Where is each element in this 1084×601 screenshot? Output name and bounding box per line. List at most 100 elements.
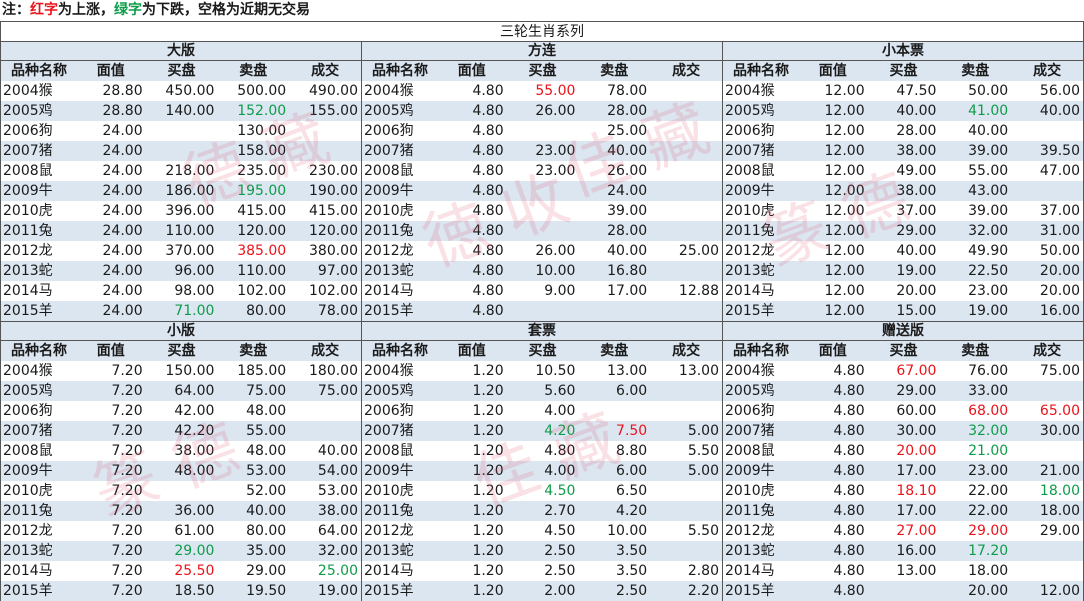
item-name-cell: 2014马 <box>725 283 775 299</box>
ask-cell: 102.00 <box>237 283 287 299</box>
bid-cell: 4.00 <box>544 463 576 479</box>
ask-cell: 10.00 <box>607 523 648 539</box>
item-name-cell: 2007猪 <box>725 143 775 159</box>
face-value-cell: 12.00 <box>824 103 865 119</box>
face-value-cell: 4.80 <box>472 283 504 299</box>
deal-cell: 12.88 <box>678 283 719 299</box>
ask-cell: 40.00 <box>968 123 1009 139</box>
note-suffix: 为下跌，空格为近期无交易 <box>142 2 310 18</box>
bid-cell: 2.00 <box>544 583 576 599</box>
table-row: 2005鸡 7.20 64.00 75.00 75.00 <box>1 381 361 401</box>
bid-cell: 40.00 <box>896 103 937 119</box>
deal-cell <box>650 101 722 121</box>
bid-cell: 37.00 <box>896 203 937 219</box>
table-row: 2008鼠 4.80 23.00 26.00 <box>362 161 722 181</box>
ask-cell: 33.00 <box>968 383 1009 399</box>
ask-cell: 415.00 <box>237 203 287 219</box>
deal-cell: 38.00 <box>317 503 358 519</box>
bid-cell: 27.00 <box>896 523 937 539</box>
ask-cell: 35.00 <box>246 543 287 559</box>
face-value-cell: 7.20 <box>111 363 143 379</box>
column-header: 品种名称 <box>372 343 428 359</box>
face-value-cell: 12.00 <box>824 83 865 99</box>
table-row: 2009牛 12.00 38.00 43.00 <box>723 181 1083 201</box>
item-name-cell: 2008鼠 <box>3 443 53 459</box>
deal-cell: 54.00 <box>317 463 358 479</box>
face-value-cell: 4.80 <box>472 183 504 199</box>
bid-cell: 55.00 <box>535 83 576 99</box>
face-value-cell: 12.00 <box>824 263 865 279</box>
column-header: 卖盘 <box>600 343 629 359</box>
ask-cell: 55.00 <box>246 423 287 439</box>
item-name-cell: 2013蛇 <box>725 543 775 559</box>
ask-cell: 4.20 <box>616 503 648 519</box>
table-row: 2008鼠 7.20 38.00 48.00 40.00 <box>1 441 361 461</box>
bid-cell <box>146 141 218 161</box>
ask-cell: 25.00 <box>607 123 648 139</box>
ask-cell: 22.00 <box>968 503 1009 519</box>
ask-cell: 28.00 <box>607 223 648 239</box>
deal-cell <box>650 141 722 161</box>
item-name-cell: 2011兔 <box>725 223 775 239</box>
ask-cell: 39.00 <box>968 203 1009 219</box>
column-header: 面值 <box>96 343 125 359</box>
ask-cell: 18.00 <box>968 563 1009 579</box>
deal-cell: 56.00 <box>1039 83 1080 99</box>
deal-cell: 190.00 <box>309 183 358 199</box>
face-value-cell: 24.00 <box>102 203 143 219</box>
column-header: 成交 <box>672 63 701 79</box>
bid-cell: 19.00 <box>896 263 937 279</box>
item-name-cell: 2015羊 <box>364 303 414 319</box>
price-table: 方连 品种名称 面值 买盘 卖盘 成交 2004猴 4.80 55.00 78.00 2005鸡 4.… <box>362 42 723 321</box>
ask-cell: 185.00 <box>237 363 287 379</box>
item-name-cell: 2006狗 <box>364 123 414 139</box>
table-row: 2006狗 1.20 4.00 <box>362 401 722 421</box>
deal-cell: 155.00 <box>309 103 358 119</box>
note-red-word: 红字 <box>30 2 58 18</box>
ask-cell: 21.00 <box>968 443 1009 459</box>
deal-cell <box>650 81 722 101</box>
deal-cell: 47.00 <box>1039 163 1080 179</box>
table-row: 2004猴 7.20 150.00 185.00 180.00 <box>1 361 361 381</box>
bid-cell: 5.60 <box>544 383 576 399</box>
deal-cell: 415.00 <box>309 203 358 219</box>
bid-cell: 140.00 <box>165 103 215 119</box>
table-row: 2009牛 1.20 4.00 6.00 5.00 <box>362 461 722 481</box>
table-row: 2008鼠 4.80 20.00 21.00 <box>723 441 1083 461</box>
table-row: 2012龙 7.20 61.00 80.00 64.00 <box>1 521 361 541</box>
ask-cell: 80.00 <box>246 303 287 319</box>
face-value-cell: 1.20 <box>472 383 504 399</box>
table-title: 方连 <box>362 42 722 61</box>
item-name-cell: 2005鸡 <box>725 103 775 119</box>
column-header: 卖盘 <box>239 343 268 359</box>
column-header: 买盘 <box>528 343 557 359</box>
table-title: 套票 <box>362 322 722 341</box>
column-header: 买盘 <box>167 343 196 359</box>
item-name-cell: 2013蛇 <box>3 263 53 279</box>
deal-cell <box>650 301 722 321</box>
bid-cell: 38.00 <box>896 183 937 199</box>
table-row: 2005鸡 12.00 40.00 41.00 40.00 <box>723 101 1083 121</box>
bid-cell: 47.50 <box>896 83 937 99</box>
deal-cell: 78.00 <box>317 303 358 319</box>
ask-cell: 40.00 <box>246 503 287 519</box>
bid-cell <box>868 581 940 601</box>
item-name-cell: 2010虎 <box>3 483 53 499</box>
header-row: 品种名称 面值 买盘 卖盘 成交 <box>362 61 722 81</box>
deal-cell: 19.00 <box>317 583 358 599</box>
face-value-cell: 7.20 <box>111 583 143 599</box>
ask-cell: 16.80 <box>607 263 648 279</box>
deal-cell <box>1011 541 1083 561</box>
ask-cell: 13.00 <box>607 363 648 379</box>
column-header: 成交 <box>1033 343 1062 359</box>
deal-cell: 65.00 <box>1039 403 1080 419</box>
face-value-cell: 4.80 <box>472 243 504 259</box>
bid-cell <box>507 221 579 241</box>
ask-cell: 50.00 <box>968 83 1009 99</box>
ask-cell <box>578 401 650 421</box>
face-value-cell: 4.80 <box>833 423 865 439</box>
table-row: 2010虎 4.80 39.00 <box>362 201 722 221</box>
table-row: 2008鼠 12.00 49.00 55.00 47.00 <box>723 161 1083 181</box>
deal-cell: 53.00 <box>317 483 358 499</box>
item-name-cell: 2009牛 <box>725 463 775 479</box>
